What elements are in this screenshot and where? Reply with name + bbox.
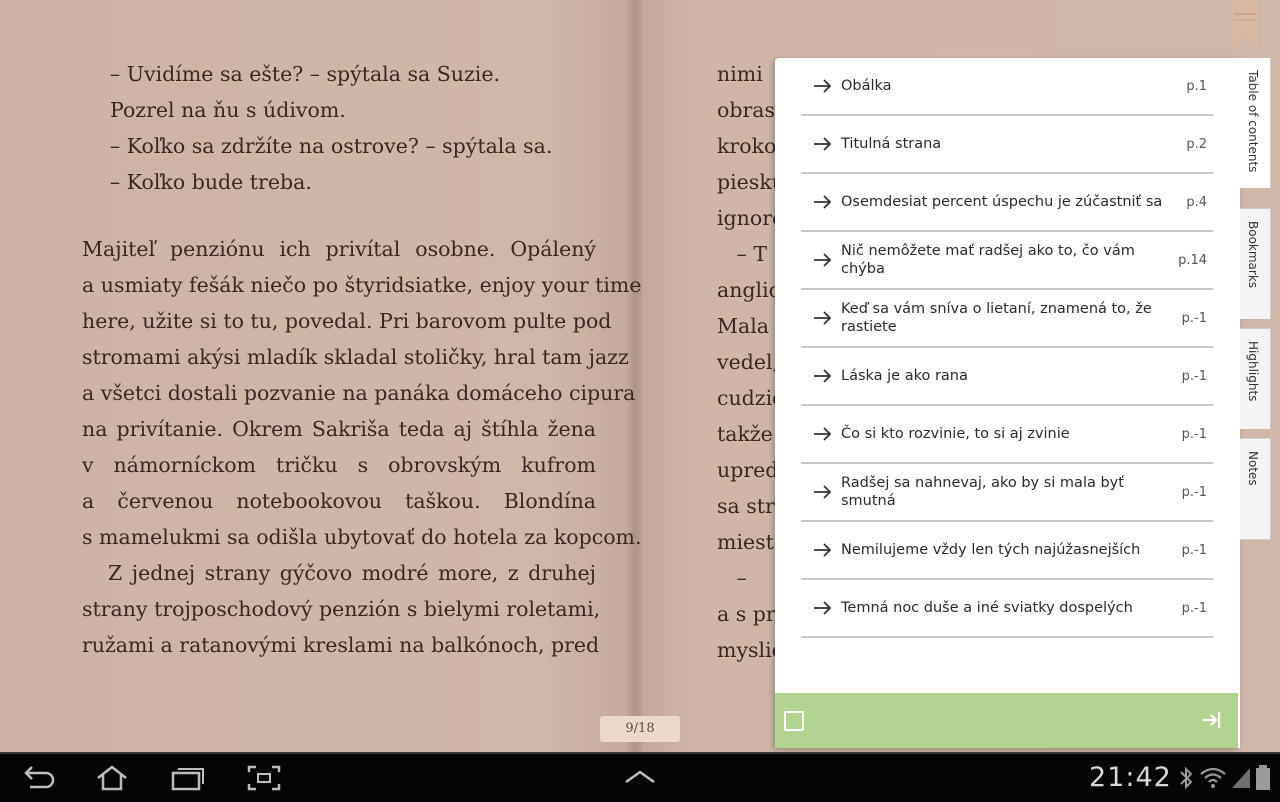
tab-label: Notes — [1246, 451, 1260, 486]
toc-item[interactable]: Láska je ako rana p.-1 — [801, 348, 1213, 406]
text-line: – Koľko bude treba. — [110, 170, 312, 194]
toc-item[interactable]: Temná noc duše a iné sviatky dospelých p… — [801, 580, 1213, 638]
tab-table-of-contents[interactable]: Table of contents — [1240, 58, 1271, 188]
text-line: stromami akýsi mladík skladal stoličky, … — [82, 345, 629, 369]
exit-panel-icon[interactable] — [1200, 709, 1222, 731]
toc-page: p.4 — [1186, 194, 1207, 210]
text-line: Pozrel na ňu s údivom. — [110, 98, 346, 122]
arrow-right-icon — [814, 369, 832, 383]
toc-title: Radšej sa nahnevaj, ako by si mala byť s… — [841, 475, 1124, 509]
toc-title: Čo si kto rozvinie, to si aj zvinie — [841, 426, 1070, 442]
text-line: Majiteľ penziónu ich privítal osobne. Op… — [82, 237, 596, 261]
text-line: a všetci dostali pozvanie na panáka domá… — [82, 381, 636, 405]
book-spine — [626, 0, 642, 752]
panel-footer — [775, 693, 1238, 748]
toc-item[interactable]: Osemdesiat percent úspechu je zúčastniť … — [801, 174, 1213, 232]
text-line: a červenou notebookovou taškou. Blondína — [82, 489, 596, 513]
arrow-right-icon — [814, 427, 832, 441]
bluetooth-icon — [1180, 766, 1193, 790]
wifi-icon — [1200, 767, 1226, 788]
toc-title: Nemilujeme vždy len tých najúžasnejších — [841, 542, 1141, 558]
text-line: strany trojposchodový penzión s bielymi … — [82, 597, 601, 621]
tab-notes[interactable]: Notes — [1240, 438, 1271, 540]
signal-icon — [1232, 768, 1250, 788]
toc-page: p.-1 — [1181, 426, 1207, 442]
recent-apps-icon[interactable] — [170, 764, 206, 792]
toc-page: p.2 — [1186, 136, 1207, 152]
arrow-right-icon — [814, 543, 832, 557]
toc-item[interactable]: Radšej sa nahnevaj, ako by si mala byť s… — [801, 464, 1213, 522]
tab-label: Bookmarks — [1246, 221, 1260, 289]
toc-page: p.14 — [1178, 252, 1207, 268]
tab-label: Highlights — [1246, 341, 1260, 402]
arrow-right-icon — [814, 311, 832, 325]
toc-item[interactable]: Keď sa vám sníva o lietaní, znamená to, … — [801, 290, 1213, 348]
page-indicator[interactable]: 9/18 — [600, 716, 680, 742]
toc-item[interactable]: Obálka p.1 — [801, 58, 1213, 116]
toc-page: p.-1 — [1181, 368, 1207, 384]
dialog-block: – Uvidíme sa ešte? – spýtala sa Suzie. P… — [82, 56, 596, 200]
arrow-right-icon — [814, 79, 832, 93]
toc-item[interactable]: Nič nemôžete mať radšej ako to, čo vám c… — [801, 232, 1213, 290]
toc-item[interactable]: Nemilujeme vždy len tých najúžasnejších … — [801, 522, 1213, 580]
arrow-right-icon — [814, 601, 832, 615]
text-line: – Uvidíme sa ešte? – spýtala sa Suzie. — [110, 62, 500, 86]
toc-item[interactable]: Čo si kto rozvinie, to si aj zvinie p.-1 — [801, 406, 1213, 464]
toc-title: Titulná strana — [841, 136, 942, 152]
arrow-right-icon — [814, 485, 832, 499]
toc-title: Osemdesiat percent úspechu je zúčastniť … — [841, 194, 1163, 210]
tab-label: Table of contents — [1246, 70, 1260, 173]
toc-page: p.-1 — [1181, 310, 1207, 326]
select-checkbox[interactable] — [784, 711, 804, 731]
tab-highlights[interactable]: Highlights — [1240, 328, 1271, 429]
text-line: here, užite si to tu, povedal. Pri barov… — [82, 309, 612, 333]
text-line: a usmiaty fešák niečo po štyridsiatke, e… — [82, 273, 642, 297]
text-line: s mamelukmi sa odišla ubytovať do hotela… — [82, 525, 642, 549]
toc-title: Temná noc duše a iné sviatky dospelých — [841, 600, 1133, 616]
text-line: Z jednej strany gýčovo modré more, z dru… — [108, 561, 596, 585]
home-icon[interactable] — [94, 764, 130, 792]
toc-list: Obálka p.1 Titulná strana p.2 Osemdesiat… — [801, 58, 1213, 638]
system-navbar: 21:42 — [0, 752, 1280, 802]
text-line: na privítanie. Okrem Sakriša teda aj ští… — [82, 417, 596, 441]
tab-bookmarks[interactable]: Bookmarks — [1240, 208, 1271, 319]
text-line: ružami a ratanovými kreslami na balkónoc… — [82, 633, 600, 657]
chevron-up-icon[interactable] — [622, 764, 658, 792]
toc-panel: Obálka p.1 Titulná strana p.2 Osemdesiat… — [775, 58, 1240, 748]
back-icon[interactable] — [20, 764, 56, 792]
toc-page: p.1 — [1186, 78, 1207, 94]
arrow-right-icon — [814, 253, 832, 267]
screenshot-icon[interactable] — [246, 764, 282, 792]
clock: 21:42 — [1089, 762, 1172, 793]
toc-title: Keď sa vám sníva o lietaní, znamená to, … — [841, 301, 1152, 335]
text-line: v námorníckom tričku s obrovským kufrom — [82, 453, 596, 477]
toc-page: p.-1 — [1181, 600, 1207, 616]
panel-tabs: Table of contents Bookmarks Highlights N… — [1240, 58, 1272, 558]
toc-item[interactable]: Titulná strana p.2 — [801, 116, 1213, 174]
paragraph-block: Majiteľ penziónu ich privítal osobne. Op… — [82, 231, 642, 663]
arrow-right-icon — [814, 137, 832, 151]
toc-title: Láska je ako rana — [841, 368, 968, 384]
battery-icon — [1256, 765, 1270, 790]
toc-page: p.-1 — [1181, 542, 1207, 558]
toc-title: Obálka — [841, 78, 892, 94]
bookmark-ribbon-icon[interactable] — [1232, 0, 1258, 48]
toc-page: p.-1 — [1181, 484, 1207, 500]
arrow-right-icon — [814, 195, 832, 209]
toc-title: Nič nemôžete mať radšej ako to, čo vám c… — [841, 243, 1135, 277]
text-line: – Koľko sa zdržíte na ostrove? – spýtala… — [110, 134, 553, 158]
